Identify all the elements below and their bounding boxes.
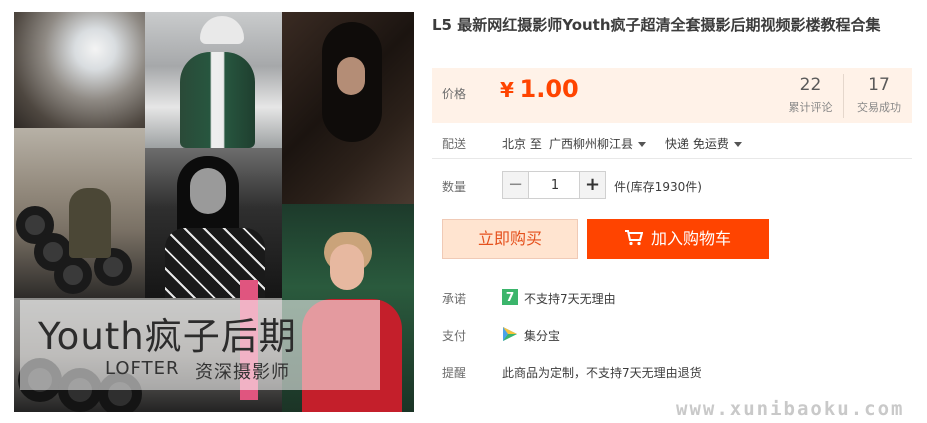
quantity-increase-button[interactable]: +	[579, 172, 605, 198]
jifenbao-icon	[503, 327, 517, 341]
shipping-from: 北京 至	[502, 137, 542, 151]
seven-day-badge-icon: 7	[502, 289, 518, 305]
image-overlay-title: Youth疯子后期	[38, 315, 297, 358]
shipping-method-select[interactable]: 快递 免运费	[665, 135, 742, 152]
product-title: L5 最新网红摄影师Youth疯子超清全套摄影后期视频影楼教程合集	[432, 16, 881, 34]
stock-info: 件(库存1930件)	[614, 180, 702, 194]
stat-reviews-label: 累计评论	[788, 101, 833, 114]
stat-sales: 17 交易成功	[846, 74, 912, 115]
cart-icon	[624, 230, 643, 246]
image-overlay-subtitle: 资深摄影师	[195, 362, 290, 383]
chevron-down-icon	[733, 142, 742, 147]
quantity-decrease-button[interactable]: −	[503, 172, 529, 198]
photo-girl-backlit	[14, 12, 145, 128]
shipping-destination: 广西柳州柳江县	[549, 137, 634, 151]
price-label: 价格	[442, 87, 467, 101]
shipping-method: 快递 免运费	[665, 137, 729, 151]
payment-label: 支付	[442, 329, 467, 343]
divider	[432, 158, 912, 159]
price-amount: 1.00	[519, 75, 579, 103]
shipping-destination-select[interactable]: 广西柳州柳江县	[549, 135, 647, 152]
add-to-cart-label: 加入购物车	[650, 229, 731, 248]
image-overlay-brand: LOFTER	[105, 358, 180, 379]
photo-girl-tires	[14, 128, 145, 298]
stat-sales-count: 17	[868, 75, 890, 95]
quantity-label: 数量	[442, 180, 467, 194]
add-to-cart-button[interactable]: 加入购物车	[587, 219, 769, 259]
payment-method[interactable]: 集分宝	[524, 327, 560, 344]
currency-symbol: ¥	[500, 78, 514, 102]
shipping-label: 配送	[442, 137, 467, 151]
photo-girl-camera	[145, 12, 282, 148]
promise-label: 承诺	[442, 292, 467, 306]
quantity-input[interactable]	[530, 172, 580, 198]
stat-sales-label: 交易成功	[857, 101, 901, 114]
promise-text[interactable]: 不支持7天无理由	[524, 290, 616, 307]
photo-girl-shadow	[282, 12, 414, 204]
buy-now-button[interactable]: 立即购买	[442, 219, 578, 259]
quantity-stepper: − +	[502, 171, 606, 199]
reminder-text: 此商品为定制，不支持7天无理由退货	[502, 366, 702, 380]
site-watermark: www.xunibaoku.com	[676, 398, 905, 420]
photo-girl-bw	[145, 148, 282, 298]
stat-reviews[interactable]: 22 累计评论	[778, 74, 844, 118]
reminder-label: 提醒	[442, 366, 467, 380]
stat-reviews-count: 22	[799, 75, 822, 95]
price-panel: 价格 ¥ 1.00 22 累计评论 17 交易成功	[432, 68, 912, 123]
price-value: ¥ 1.00	[500, 75, 579, 103]
chevron-down-icon	[638, 142, 647, 147]
